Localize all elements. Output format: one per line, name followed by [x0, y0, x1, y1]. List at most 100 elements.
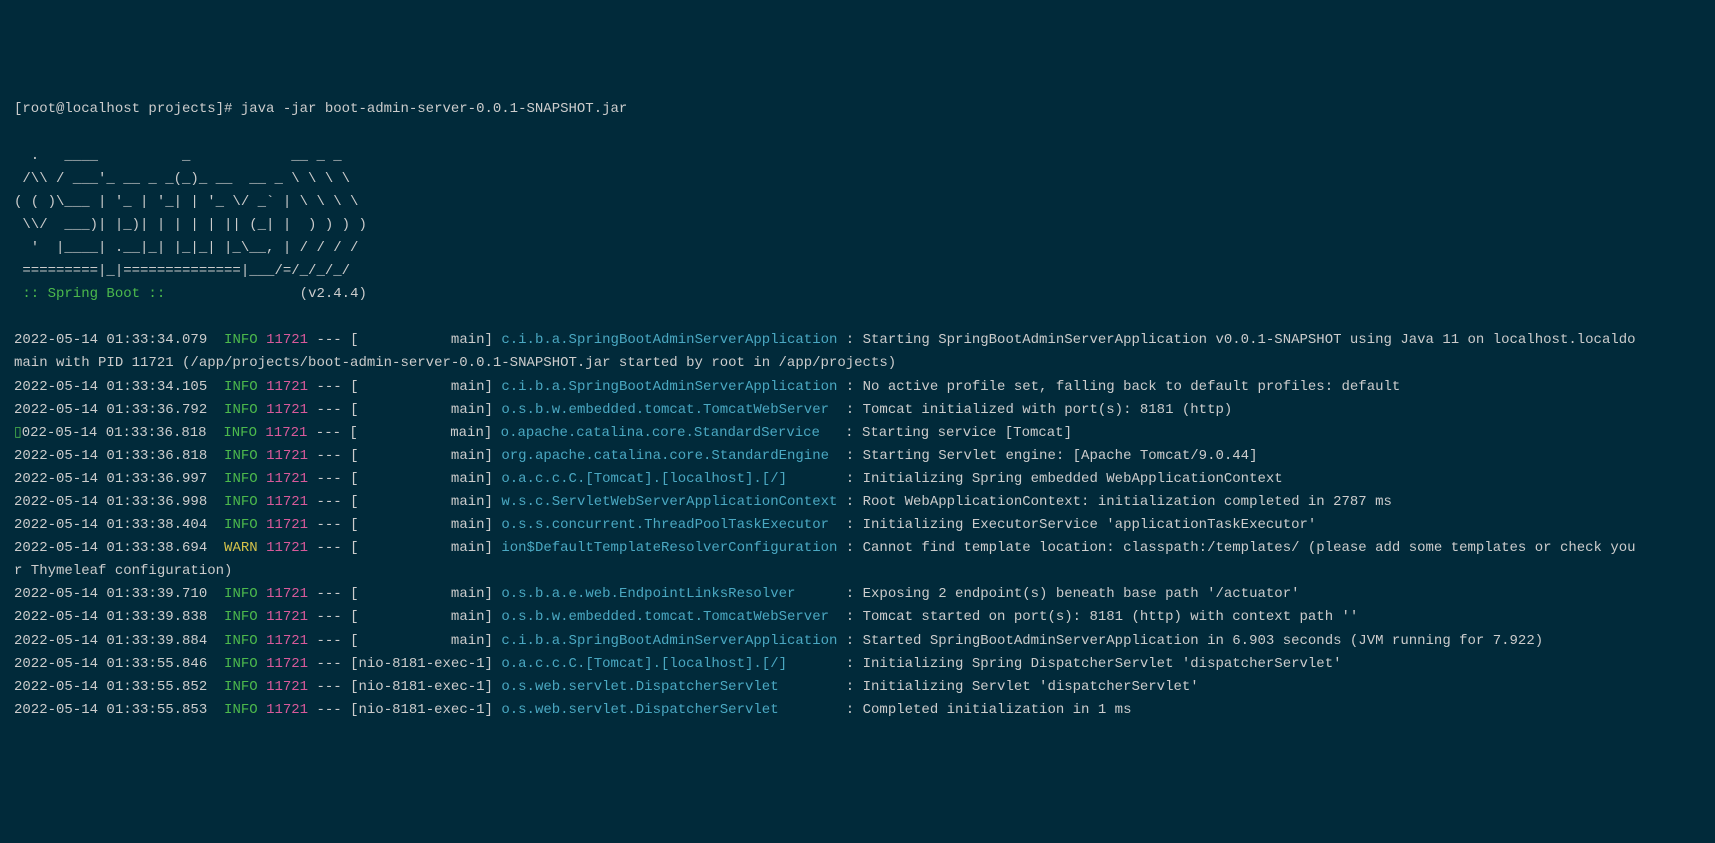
- log-pid: 11721: [266, 633, 308, 649]
- log-pid: 11721: [266, 332, 308, 348]
- log-timestamp: 2022-05-14 01:33:55.852: [14, 679, 207, 695]
- log-timestamp: 2022-05-14 01:33:34.105: [14, 379, 207, 395]
- log-logger: ion$DefaultTemplateResolverConfiguration: [501, 540, 837, 556]
- log-pid: 11721: [266, 656, 308, 672]
- log-timestamp: 2022-05-14 01:33:38.694: [14, 540, 207, 556]
- shell-prompt: [root@localhost projects]# java -jar boo…: [14, 101, 627, 117]
- log-line: 2022-05-14 01:33:38.404 INFO 11721 --- […: [14, 514, 1701, 537]
- log-pid: 11721: [266, 494, 308, 510]
- log-thread: main: [359, 586, 485, 602]
- cursor-icon: ▯: [14, 425, 22, 441]
- log-line: 2022-05-14 01:33:36.997 INFO 11721 --- […: [14, 468, 1701, 491]
- log-logger: org.apache.catalina.core.StandardEngine: [501, 448, 837, 464]
- log-logger: o.s.b.w.embedded.tomcat.TomcatWebServer: [501, 609, 837, 625]
- log-logger: o.s.web.servlet.DispatcherServlet: [501, 702, 837, 718]
- log-message: Initializing Spring embedded WebApplicat…: [863, 471, 1283, 487]
- log-line: 2022-05-14 01:33:36.998 INFO 11721 --- […: [14, 491, 1701, 514]
- log-level: INFO: [224, 656, 258, 672]
- log-thread: nio-8181-exec-1: [359, 702, 485, 718]
- ascii-banner-line: /\\ / ___'_ __ _ _(_)_ __ __ _ \ \ \ \: [14, 171, 350, 187]
- log-timestamp: 2022-05-14 01:33:36.818: [14, 448, 207, 464]
- log-level: INFO: [224, 332, 258, 348]
- log-pid: 11721: [266, 609, 308, 625]
- log-pid: 11721: [266, 517, 308, 533]
- log-pid: 11721: [265, 425, 307, 441]
- log-thread: main: [359, 448, 485, 464]
- log-logger: o.a.c.c.C.[Tomcat].[localhost].[/]: [501, 656, 837, 672]
- log-logger: w.s.c.ServletWebServerApplicationContext: [501, 494, 837, 510]
- log-level: INFO: [224, 586, 258, 602]
- log-message: Starting Servlet engine: [Apache Tomcat/…: [863, 448, 1258, 464]
- log-line: 2022-05-14 01:33:55.853 INFO 11721 --- […: [14, 699, 1701, 722]
- log-logger: o.s.web.servlet.DispatcherServlet: [501, 679, 837, 695]
- log-level: INFO: [224, 702, 258, 718]
- log-thread: main: [359, 494, 485, 510]
- log-logger: o.apache.catalina.core.StandardService: [501, 425, 837, 441]
- log-logger: o.s.s.concurrent.ThreadPoolTaskExecutor: [501, 517, 837, 533]
- log-pid: 11721: [266, 402, 308, 418]
- log-thread: main: [359, 379, 485, 395]
- log-pid: 11721: [266, 540, 308, 556]
- ascii-banner-line: =========|_|==============|___/=/_/_/_/: [14, 263, 350, 279]
- log-timestamp: 2022-05-14 01:33:55.853: [14, 702, 207, 718]
- log-level: INFO: [223, 425, 257, 441]
- log-message: Started SpringBootAdminServerApplication…: [863, 633, 1544, 649]
- log-thread: main: [359, 540, 485, 556]
- log-logger: o.s.b.w.embedded.tomcat.TomcatWebServer: [501, 402, 837, 418]
- log-message: Completed initialization in 1 ms: [863, 702, 1132, 718]
- log-level: INFO: [224, 609, 258, 625]
- log-message: Root WebApplicationContext: initializati…: [863, 494, 1392, 510]
- log-timestamp: 2022-05-14 01:33:38.404: [14, 517, 207, 533]
- log-level: INFO: [224, 402, 258, 418]
- log-container: 2022-05-14 01:33:34.079 INFO 11721 --- […: [14, 329, 1701, 722]
- log-thread: main: [359, 609, 485, 625]
- log-pid: 11721: [266, 702, 308, 718]
- log-line: 2022-05-14 01:33:39.838 INFO 11721 --- […: [14, 606, 1701, 629]
- log-logger: o.a.c.c.C.[Tomcat].[localhost].[/]: [501, 471, 837, 487]
- log-message: Initializing Servlet 'dispatcherServlet': [863, 679, 1199, 695]
- log-timestamp: 2022-05-14 01:33:36.792: [14, 402, 207, 418]
- log-line: 2022-05-14 01:33:38.694 WARN 11721 --- […: [14, 537, 1701, 560]
- log-message: Initializing Spring DispatcherServlet 'd…: [863, 656, 1342, 672]
- log-pid: 11721: [266, 679, 308, 695]
- ascii-banner-line: \\/ ___)| |_)| | | | | || (_| | ) ) ) ): [14, 217, 367, 233]
- log-thread: nio-8181-exec-1: [359, 656, 485, 672]
- log-timestamp: 2022-05-14 01:33:55.846: [14, 656, 207, 672]
- log-pid: 11721: [266, 471, 308, 487]
- log-thread: nio-8181-exec-1: [359, 679, 485, 695]
- log-level: INFO: [224, 471, 258, 487]
- log-line: 2022-05-14 01:33:39.710 INFO 11721 --- […: [14, 583, 1701, 606]
- log-line: 2022-05-14 01:33:34.105 INFO 11721 --- […: [14, 376, 1701, 399]
- log-timestamp: 2022-05-14 01:33:39.838: [14, 609, 207, 625]
- log-line: 2022-05-14 01:33:55.852 INFO 11721 --- […: [14, 676, 1701, 699]
- log-message: Cannot find template location: classpath…: [863, 540, 1636, 556]
- spring-boot-version: (v2.4.4): [174, 286, 367, 302]
- log-level: INFO: [224, 448, 258, 464]
- log-message: Initializing ExecutorService 'applicatio…: [863, 517, 1317, 533]
- log-level: WARN: [224, 540, 258, 556]
- log-message: Starting service [Tomcat]: [862, 425, 1072, 441]
- log-timestamp: 2022-05-14 01:33:34.079: [14, 332, 207, 348]
- spring-boot-label: :: Spring Boot ::: [14, 286, 174, 302]
- log-timestamp: 2022-05-14 01:33:36.997: [14, 471, 207, 487]
- log-logger: o.s.b.a.e.web.EndpointLinksResolver: [501, 586, 837, 602]
- log-timestamp: 022-05-14 01:33:36.818: [22, 425, 207, 441]
- log-line: 2022-05-14 01:33:36.818 INFO 11721 --- […: [14, 445, 1701, 468]
- log-continuation: main with PID 11721 (/app/projects/boot-…: [14, 352, 1701, 375]
- log-pid: 11721: [266, 448, 308, 464]
- log-timestamp: 2022-05-14 01:33:36.998: [14, 494, 207, 510]
- log-line: 2022-05-14 01:33:34.079 INFO 11721 --- […: [14, 329, 1701, 352]
- log-thread: main: [359, 402, 485, 418]
- log-thread: main: [359, 332, 485, 348]
- log-timestamp: 2022-05-14 01:33:39.710: [14, 586, 207, 602]
- ascii-banner-line: . ____ _ __ _ _: [14, 148, 342, 164]
- terminal-output: [root@localhost projects]# java -jar boo…: [14, 98, 1701, 722]
- log-thread: main: [359, 633, 485, 649]
- log-line: ▯022-05-14 01:33:36.818 INFO 11721 --- […: [14, 422, 1701, 445]
- log-thread: main: [359, 471, 485, 487]
- log-thread: main: [359, 517, 485, 533]
- log-level: INFO: [224, 517, 258, 533]
- log-level: INFO: [224, 494, 258, 510]
- log-logger: c.i.b.a.SpringBootAdminServerApplication: [501, 633, 837, 649]
- ascii-banner-line: ' |____| .__|_| |_|_| |_\__, | / / / /: [14, 240, 358, 256]
